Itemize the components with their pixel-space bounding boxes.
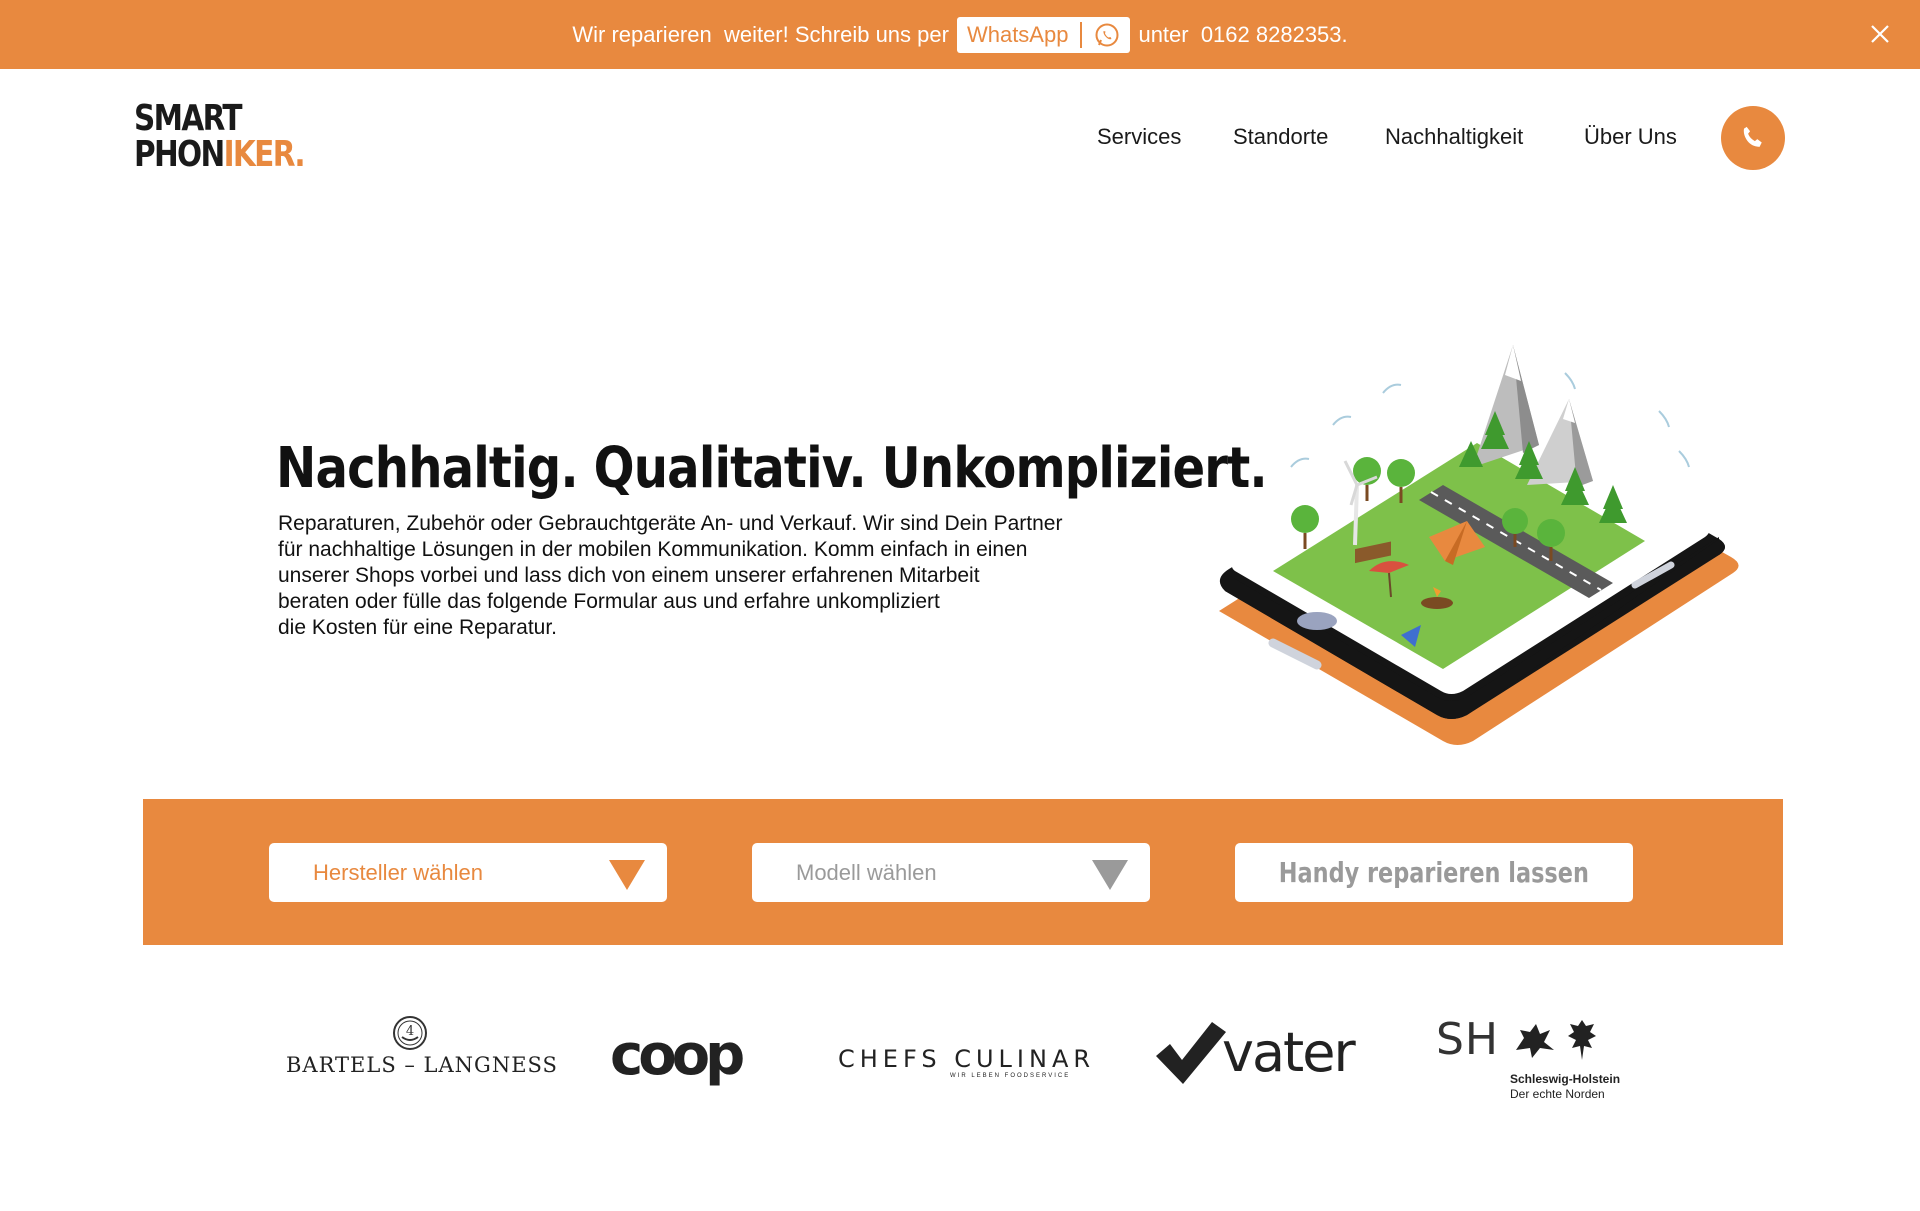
banner-text-before: Wir reparieren weiter! Schreib uns per (572, 21, 949, 47)
dropdown-arrow-icon (1092, 860, 1128, 890)
partner-logo-coop: coop (610, 1023, 745, 1088)
checkmark-icon (1156, 1022, 1226, 1084)
logo-dark-part: PHON (134, 134, 225, 175)
chefs-claim: WIR LEBEN FOODSERVICE (950, 1073, 1071, 1079)
announcement-banner: Wir reparieren weiter! Schreib uns per W… (0, 0, 1920, 69)
manufacturer-placeholder: Hersteller wählen (313, 859, 483, 885)
hero-description: Reparaturen, Zubehör oder Gebrauchtgerät… (278, 511, 1118, 641)
phone-landscape-illustration (1219, 345, 1739, 745)
nettle-leaf-icon (1568, 1020, 1596, 1060)
divider (1080, 21, 1083, 48)
hero-text-line: die Kosten für eine Reparatur. (278, 616, 558, 639)
submit-label: Handy reparieren lassen (1278, 856, 1590, 889)
logo-line-2: PHONIKER. (134, 134, 306, 175)
bartels-wordmark: BARTELS – LANGNESS (286, 1053, 558, 1077)
partner-logo-chefs-culinar: CHEFS CULINAR WIR LEBEN FOODSERVICE (838, 1045, 1096, 1085)
logo-line-1: SMART (134, 98, 242, 139)
nav-item-services[interactable]: Services (1097, 124, 1181, 150)
nav-item-ueber-uns[interactable]: Über Uns (1584, 124, 1677, 150)
sh-state-name: Schleswig-Holstein (1510, 1072, 1621, 1086)
svg-text:4: 4 (406, 1024, 414, 1039)
call-button[interactable] (1721, 106, 1785, 170)
close-banner-button[interactable] (1860, 14, 1900, 54)
nav-item-nachhaltigkeit[interactable]: Nachhaltigkeit (1385, 124, 1523, 150)
logo-accent-part: IKER. (223, 134, 306, 175)
chefs-wordmark: CHEFS CULINAR (838, 1045, 1096, 1073)
partner-logo-schleswig-holstein: SH Schleswig-Holstein Der echte Norden (1436, 1014, 1636, 1102)
whatsapp-icon (1095, 23, 1119, 46)
phone-icon (1743, 126, 1762, 147)
hero-title: Nachhaltig. Qualitativ. Unkompliziert. (276, 436, 1268, 501)
whatsapp-label: WhatsApp (966, 21, 1069, 47)
repair-submit-button[interactable]: Handy reparieren lassen (1235, 843, 1633, 902)
sh-claim: Der echte Norden (1510, 1087, 1605, 1101)
sh-wordmark: SH (1436, 1014, 1500, 1065)
hero-text-line: unserer Shops vorbei und lass dich von e… (278, 564, 980, 587)
smartphoniker-logo[interactable]: SMART PHONIKER. (134, 98, 306, 175)
bartels-emblem-icon: 4 (393, 1016, 427, 1050)
whatsapp-button[interactable]: WhatsApp (956, 16, 1131, 53)
lion-crest-icon (1516, 1024, 1554, 1058)
partner-logo-bartels-langness: 4 BARTELS – LANGNESS (286, 1015, 558, 1083)
hero-text-line: für nachhaltige Lösungen in der mobilen … (278, 538, 1028, 561)
dropdown-arrow-icon (609, 860, 645, 890)
close-icon (1871, 25, 1889, 43)
hero-text-line: beraten oder fülle das folgende Formular… (278, 590, 940, 613)
model-select[interactable]: Modell wählen (752, 843, 1150, 902)
nav-item-standorte[interactable]: Standorte (1233, 124, 1328, 150)
manufacturer-select[interactable]: Hersteller wählen (269, 843, 667, 902)
vater-wordmark: vater (1222, 1021, 1356, 1084)
banner-text-after: unter 0162 8282353. (1138, 21, 1348, 47)
partner-logo-vater: vater (1156, 1020, 1356, 1086)
hero-text-line: Reparaturen, Zubehör oder Gebrauchtgerät… (278, 512, 1063, 535)
model-placeholder: Modell wählen (796, 859, 937, 885)
